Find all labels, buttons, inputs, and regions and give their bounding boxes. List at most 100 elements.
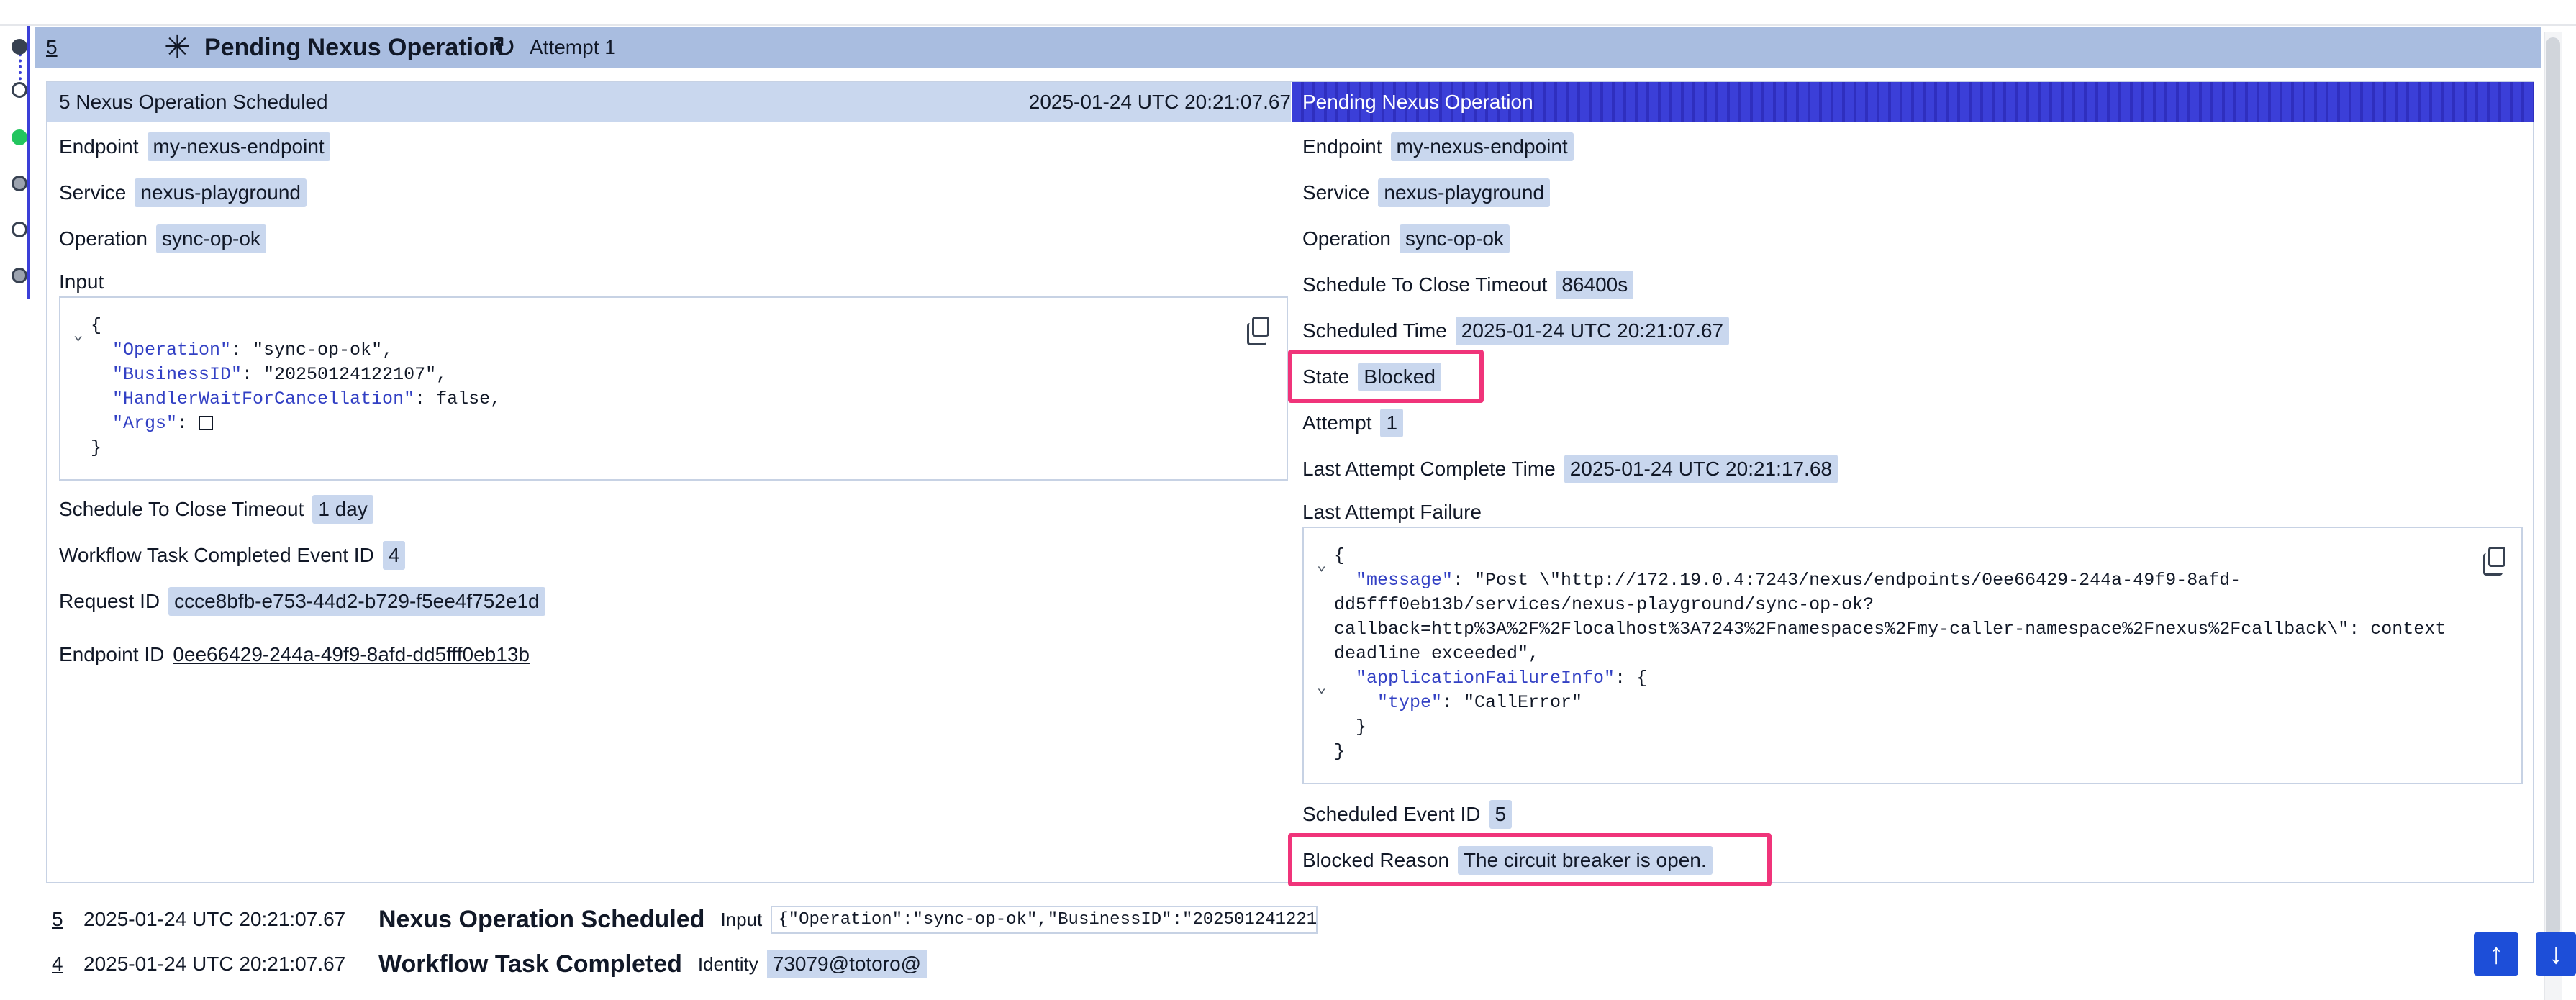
json-key: "BusinessID" [112,364,242,385]
field-attempt: Attempt 1 [1302,406,1404,440]
json-line: "Args": [112,412,214,436]
copy-icon[interactable] [1247,317,1269,345]
field-value: sync-op-ok [1399,224,1510,253]
asterisk-icon: ✳ [164,29,191,65]
event-number-link[interactable]: 4 [52,953,83,976]
json-line: "Operation": "sync-op-ok", [112,338,393,363]
timeline-node[interactable] [12,39,27,55]
event-title: Workflow Task Completed [378,950,682,978]
event-detail-label: Input [720,908,763,930]
scroll-up-button[interactable]: ↑ [2474,932,2518,976]
json-line: dd5fff0eb13b/services/nexus-playground/s… [1334,594,1874,615]
json-line: { [91,315,102,336]
failure-code-block[interactable]: ⌄ { "message": "Post \"http://172.19.0.4… [1302,527,2523,784]
field-endpoint-id: Endpoint ID 0ee66429-244a-49f9-8afd-dd5f… [59,637,530,672]
right-panel-header: Pending Nexus Operation [1292,82,2534,122]
event-row[interactable]: 4 2025-01-24 UTC 20:21:07.67 Workflow Ta… [52,945,928,983]
field-last-attempt-complete-time: Last Attempt Complete Time 2025-01-24 UT… [1302,452,1838,486]
field-label: Workflow Task Completed Event ID [59,544,374,566]
field-label: Operation [1302,227,1391,250]
event-date: 2025-01-24 UTC 20:21:07.67 [83,953,346,975]
field-value: my-nexus-endpoint [1390,132,1574,161]
json-line: } [91,437,102,458]
copy-icon[interactable] [2483,547,2505,576]
event-row[interactable]: 5 2025-01-24 UTC 20:21:07.67 Nexus Opera… [52,901,1318,938]
field-label: Endpoint [59,135,139,158]
field-value: 4 [382,541,406,570]
field-label: Service [1302,181,1370,204]
json-value: : "Post \"http://172.19.0.4:7243/nexus/e… [1453,570,2241,591]
field-schedule-to-close: Schedule To Close Timeout 86400s [1302,268,1634,302]
event-detail-value: 73079@totoro@ [766,950,928,978]
event-number-link[interactable]: 5 [46,36,58,59]
json-line: "type": "CallError" [1377,691,1582,715]
field-scheduled-time: Scheduled Time 2025-01-24 UTC 20:21:07.6… [1302,314,1730,348]
field-label: Scheduled Time [1302,319,1447,342]
empty-array-box [199,416,214,431]
input-code-block[interactable]: ⌄ { "Operation": "sync-op-ok", "Business… [59,296,1288,481]
field-value: 1 [1380,409,1404,437]
field-label: Endpoint [1302,135,1382,158]
details-panel: 5 Nexus Operation Scheduled 2025-01-24 U… [46,81,2534,886]
field-value: sync-op-ok [155,224,266,253]
right-panel-title: Pending Nexus Operation [1302,91,1533,113]
field-label: Last Attempt Failure [1302,501,1482,523]
json-key: "message" [1356,570,1453,591]
attempt-label: Attempt 1 [530,36,616,58]
event-detail-value: {"Operation":"sync-op-ok","BusinessID":"… [771,905,1318,934]
pending-operation-header[interactable]: 5 ✳ Pending Nexus Operation ↻ Attempt 1 [35,27,2541,68]
event-number-link[interactable]: 5 [52,908,83,931]
state-highlight [1288,350,1484,403]
field-workflow-task-event-id: Workflow Task Completed Event ID 4 [59,538,406,573]
arrow-up-icon: ↑ [2489,937,2503,970]
endpoint-id-link[interactable]: 0ee66429-244a-49f9-8afd-dd5fff0eb13b [173,643,530,666]
field-label: Scheduled Event ID [1302,803,1481,825]
timeline-node[interactable] [12,268,27,283]
json-key: "Operation" [112,340,232,360]
timeline-node[interactable] [12,222,27,237]
field-value: 2025-01-24 UTC 20:21:07.67 [1455,317,1730,345]
field-label: Endpoint ID [59,643,165,665]
field-value: my-nexus-endpoint [147,132,330,161]
scrollbar-thumb[interactable] [2546,37,2560,937]
scroll-down-button[interactable]: ↓ [2536,932,2576,976]
field-value: nexus-playground [1378,178,1550,207]
timeline-node[interactable] [12,82,27,98]
field-operation: Operation sync-op-ok [59,222,266,256]
event-title: Nexus Operation Scheduled [378,905,705,933]
json-value: : [177,413,199,434]
field-service: Service nexus-playground [1302,176,1550,210]
field-endpoint: Endpoint my-nexus-endpoint [59,129,330,164]
field-label: Request ID [59,590,160,612]
field-label: Schedule To Close Timeout [59,498,304,520]
json-value: : "sync-op-ok", [231,340,394,360]
timeline-node[interactable] [12,176,27,191]
field-value: nexus-playground [135,178,307,207]
json-value: : false, [414,388,502,409]
field-service: Service nexus-playground [59,176,307,210]
json-line: "message": "Post \"http://172.19.0.4:724… [1356,568,2241,593]
field-label: Schedule To Close Timeout [1302,273,1548,296]
json-value: : { [1615,668,1648,688]
field-value: 5 [1489,800,1513,829]
field-schedule-to-close: Schedule To Close Timeout 1 day [59,492,373,527]
left-panel-title: 5 Nexus Operation Scheduled [59,91,328,113]
event-date: 2025-01-24 UTC 20:21:07.67 [83,908,346,930]
timeline-line [27,26,30,299]
json-line: { [1334,545,1346,566]
collapse-caret-icon[interactable]: ⌄ [1317,676,1326,701]
input-label-text: Input [59,271,104,293]
field-label: Attempt [1302,412,1372,434]
field-endpoint: Endpoint my-nexus-endpoint [1302,129,1574,164]
json-value: : "20250124122107", [242,364,448,385]
json-key: "applicationFailureInfo" [1356,668,1615,688]
left-panel-date: 2025-01-24 UTC 20:21:07.67 [1028,91,1291,113]
collapse-caret-icon[interactable]: ⌄ [73,324,83,348]
blocked-reason-highlight [1288,833,1772,886]
field-value: 86400s [1556,271,1634,299]
field-request-id: Request ID ccce8bfb-e753-44d2-b729-f5ee4… [59,584,545,619]
timeline-node-active[interactable] [12,129,27,145]
collapse-caret-icon[interactable]: ⌄ [1317,554,1326,578]
json-key: "type" [1377,692,1443,713]
json-key: "Args" [112,413,178,434]
